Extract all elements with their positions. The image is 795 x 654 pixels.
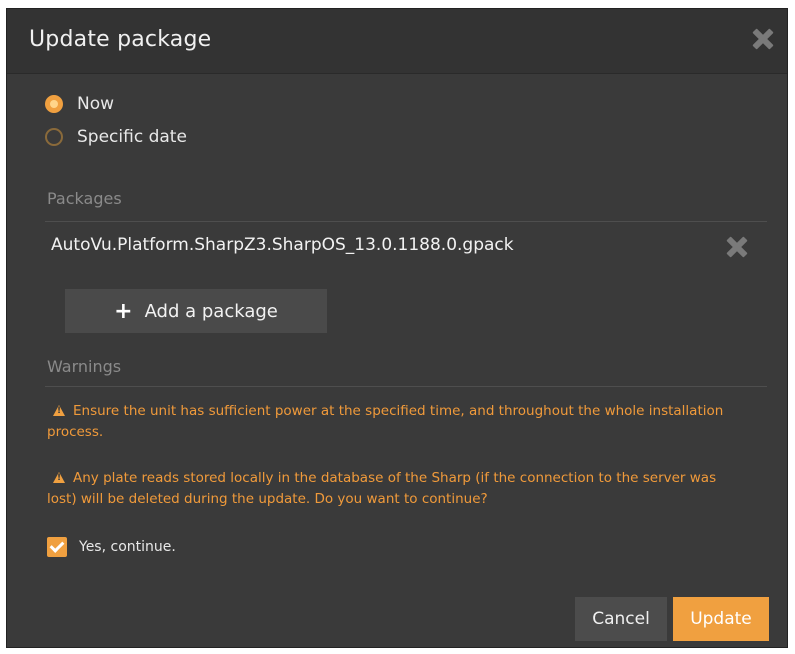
- warning-icon: [53, 405, 65, 416]
- warnings-divider: [45, 386, 767, 387]
- radio-button-specific-date[interactable]: [45, 128, 63, 146]
- warning-plate-reads: Any plate reads stored locally in the da…: [47, 468, 737, 510]
- package-item: AutoVu.Platform.SharpZ3.SharpOS_13.0.118…: [51, 235, 514, 255]
- packages-header: Packages: [47, 189, 122, 208]
- remove-package-icon[interactable]: [725, 235, 749, 259]
- radio-button-now[interactable]: [45, 95, 63, 113]
- confirm-checkbox-row[interactable]: Yes, continue.: [47, 537, 176, 557]
- checkmark-icon[interactable]: [47, 537, 67, 557]
- warning-power-text: Ensure the unit has sufficient power at …: [47, 403, 724, 440]
- warning-plate-reads-text: Any plate reads stored locally in the da…: [47, 470, 717, 507]
- radio-specific-date[interactable]: Specific date: [45, 127, 187, 147]
- warning-icon: [53, 472, 65, 483]
- dialog-title: Update package: [29, 27, 212, 52]
- radio-specific-date-label: Specific date: [77, 127, 187, 147]
- add-package-label: Add a package: [144, 300, 278, 322]
- warning-power: Ensure the unit has sufficient power at …: [47, 401, 737, 443]
- update-package-dialog: Update package Now Specific date Package…: [6, 8, 788, 648]
- packages-divider: [45, 221, 767, 222]
- close-icon[interactable]: [751, 27, 775, 51]
- warnings-header: Warnings: [47, 357, 122, 376]
- dialog-titlebar: Update package: [7, 9, 787, 74]
- add-package-button[interactable]: + Add a package: [65, 289, 327, 333]
- cancel-button[interactable]: Cancel: [575, 597, 667, 641]
- update-button[interactable]: Update: [673, 597, 769, 641]
- confirm-label: Yes, continue.: [79, 539, 176, 555]
- radio-now[interactable]: Now: [45, 94, 114, 114]
- radio-now-label: Now: [77, 94, 115, 114]
- plus-icon: +: [114, 298, 133, 324]
